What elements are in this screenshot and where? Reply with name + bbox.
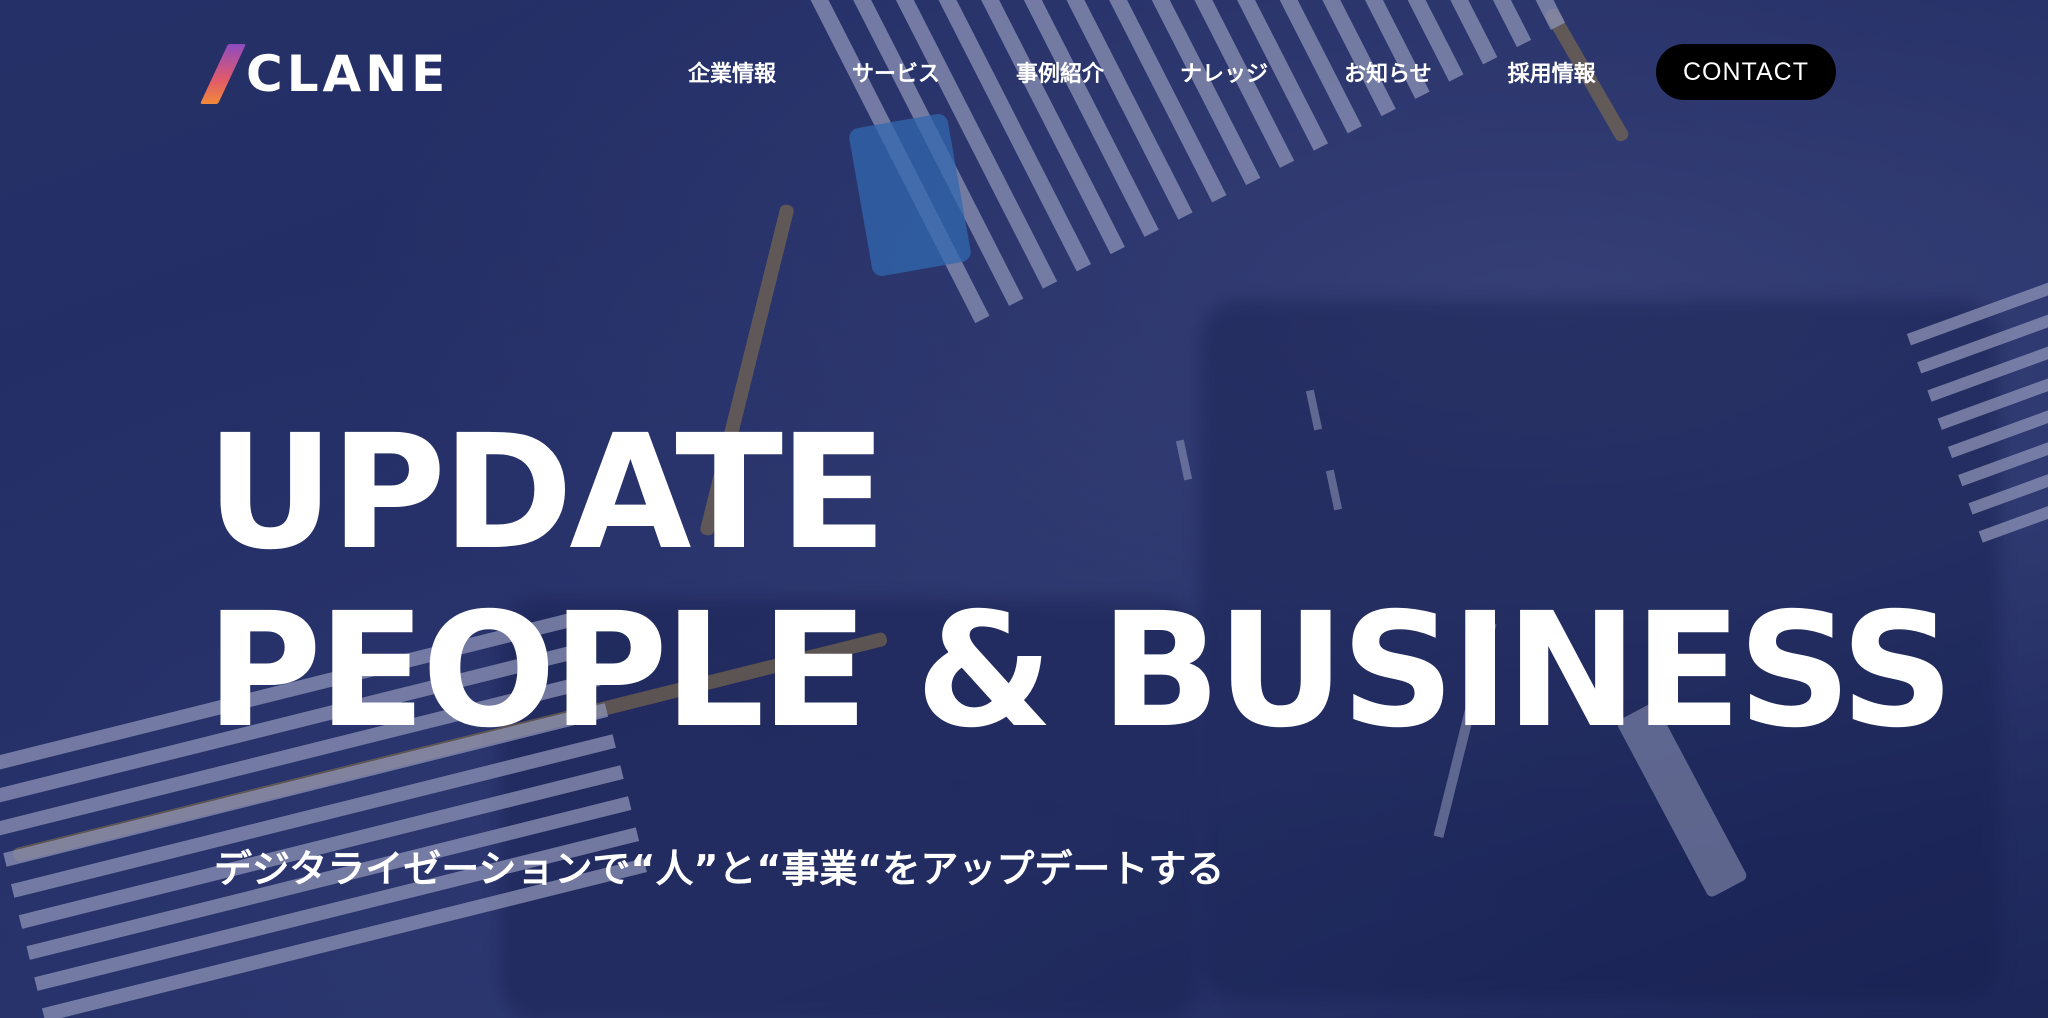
nav-item-cases[interactable]: 事例紹介 bbox=[1016, 56, 1104, 88]
nav-item-company[interactable]: 企業情報 bbox=[688, 56, 776, 88]
main-nav: 企業情報 サービス 事例紹介 ナレッジ お知らせ 採用情報 bbox=[688, 44, 1672, 100]
site-logo[interactable]: CLANE bbox=[200, 44, 450, 104]
contact-button[interactable]: CONTACT bbox=[1656, 44, 1836, 100]
headline-line-1: UPDATE bbox=[206, 401, 887, 585]
site-header: CLANE 企業情報 サービス 事例紹介 ナレッジ お知らせ 採用情報 CONT… bbox=[0, 0, 2048, 146]
hero-headline: UPDATE PEOPLE & BUSINESS bbox=[206, 401, 1954, 763]
hero-section: CLANE 企業情報 サービス 事例紹介 ナレッジ お知らせ 採用情報 CONT… bbox=[0, 0, 2048, 1018]
nav-item-services[interactable]: サービス bbox=[852, 56, 940, 88]
nav-item-recruit[interactable]: 採用情報 bbox=[1508, 56, 1596, 88]
logo-slash-icon bbox=[200, 44, 246, 104]
hero-tagline: デジタライゼーションで“人”と“事業“をアップデートする bbox=[214, 847, 1225, 891]
nav-item-knowledge[interactable]: ナレッジ bbox=[1180, 56, 1268, 88]
logo-wordmark: CLANE bbox=[246, 45, 450, 103]
headline-line-2: PEOPLE & BUSINESS bbox=[206, 579, 1954, 763]
nav-item-news[interactable]: お知らせ bbox=[1344, 56, 1432, 88]
